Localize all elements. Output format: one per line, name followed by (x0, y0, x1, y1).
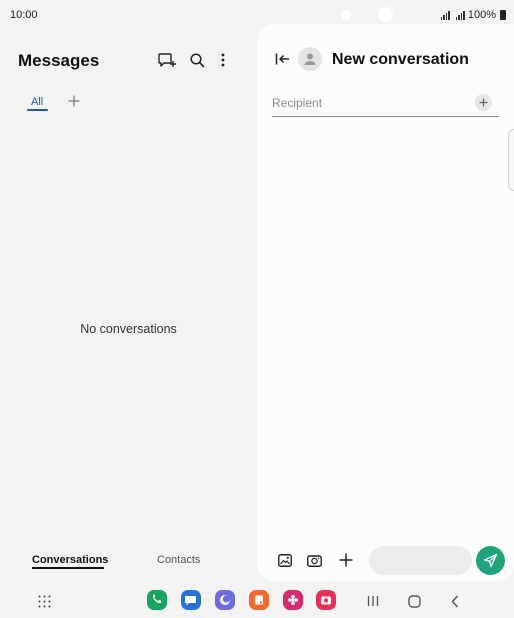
tab-all-indicator (27, 109, 48, 111)
phone-app-icon (153, 594, 161, 603)
plus-icon (339, 553, 353, 567)
send-button[interactable] (476, 546, 505, 575)
messages-app-button[interactable] (181, 590, 201, 610)
internet-app-icon (220, 595, 230, 605)
more-options-button[interactable] (215, 51, 231, 69)
tab-conversations-indicator (32, 567, 104, 569)
battery-percent: 100% (467, 9, 496, 21)
camera-icon (307, 554, 322, 567)
collapse-pane-button[interactable] (273, 51, 291, 67)
search-button[interactable] (188, 51, 206, 69)
home-icon (407, 594, 421, 608)
recents-icon (367, 596, 379, 606)
gallery-app-icon (288, 595, 298, 605)
camera-cutout (378, 7, 393, 22)
more-vertical-icon (221, 53, 225, 67)
notes-app-icon (255, 595, 263, 605)
wifi-signal-icon (440, 10, 450, 20)
recipient-underline (272, 116, 499, 117)
recent-apps-button[interactable] (364, 592, 382, 610)
gallery-app-button[interactable] (283, 590, 303, 610)
page-title: New conversation (332, 51, 469, 68)
search-icon (189, 52, 204, 67)
collapse-left-icon (275, 53, 289, 65)
add-category-button[interactable] (67, 94, 81, 108)
camera-app-button[interactable] (316, 590, 336, 610)
cell-signal-icon (455, 10, 465, 20)
conversations-pane: Messages All No conversations Conversati… (0, 24, 257, 580)
message-input[interactable] (369, 546, 472, 575)
attach-more-button[interactable] (338, 552, 354, 568)
navigation-bar (0, 586, 514, 616)
image-icon (277, 553, 292, 567)
send-icon (483, 553, 498, 568)
status-time: 10:00 (10, 9, 38, 21)
app-title: Messages (18, 51, 100, 70)
camera-button[interactable] (306, 552, 323, 568)
camera-cutout (341, 10, 351, 20)
new-message-icon (158, 53, 176, 67)
person-icon (304, 53, 316, 65)
home-button[interactable] (405, 592, 423, 610)
messages-app-icon (185, 596, 196, 605)
battery-icon (500, 10, 506, 20)
edge-panel-handle[interactable] (508, 129, 514, 191)
back-icon (451, 594, 459, 608)
add-recipient-button[interactable] (475, 94, 492, 111)
recipient-input[interactable] (272, 94, 457, 112)
new-conversation-pane: New conversation (257, 24, 514, 581)
internet-app-button[interactable] (215, 590, 235, 610)
apps-drawer-button[interactable] (36, 593, 52, 609)
tab-conversations[interactable]: Conversations (32, 554, 108, 566)
camera-app-icon (321, 596, 331, 605)
empty-state-message: No conversations (80, 322, 177, 336)
plus-icon (68, 95, 80, 107)
back-button[interactable] (446, 592, 464, 610)
apps-grid-icon (38, 595, 50, 607)
compose-button[interactable] (157, 51, 177, 69)
plus-icon (479, 98, 488, 107)
attach-image-button[interactable] (276, 552, 293, 568)
status-icons: 100% (440, 9, 506, 21)
tab-contacts[interactable]: Contacts (157, 554, 200, 566)
notes-app-button[interactable] (249, 590, 269, 610)
tab-all[interactable]: All (31, 96, 43, 108)
avatar (298, 47, 322, 71)
phone-app-button[interactable] (147, 590, 167, 610)
